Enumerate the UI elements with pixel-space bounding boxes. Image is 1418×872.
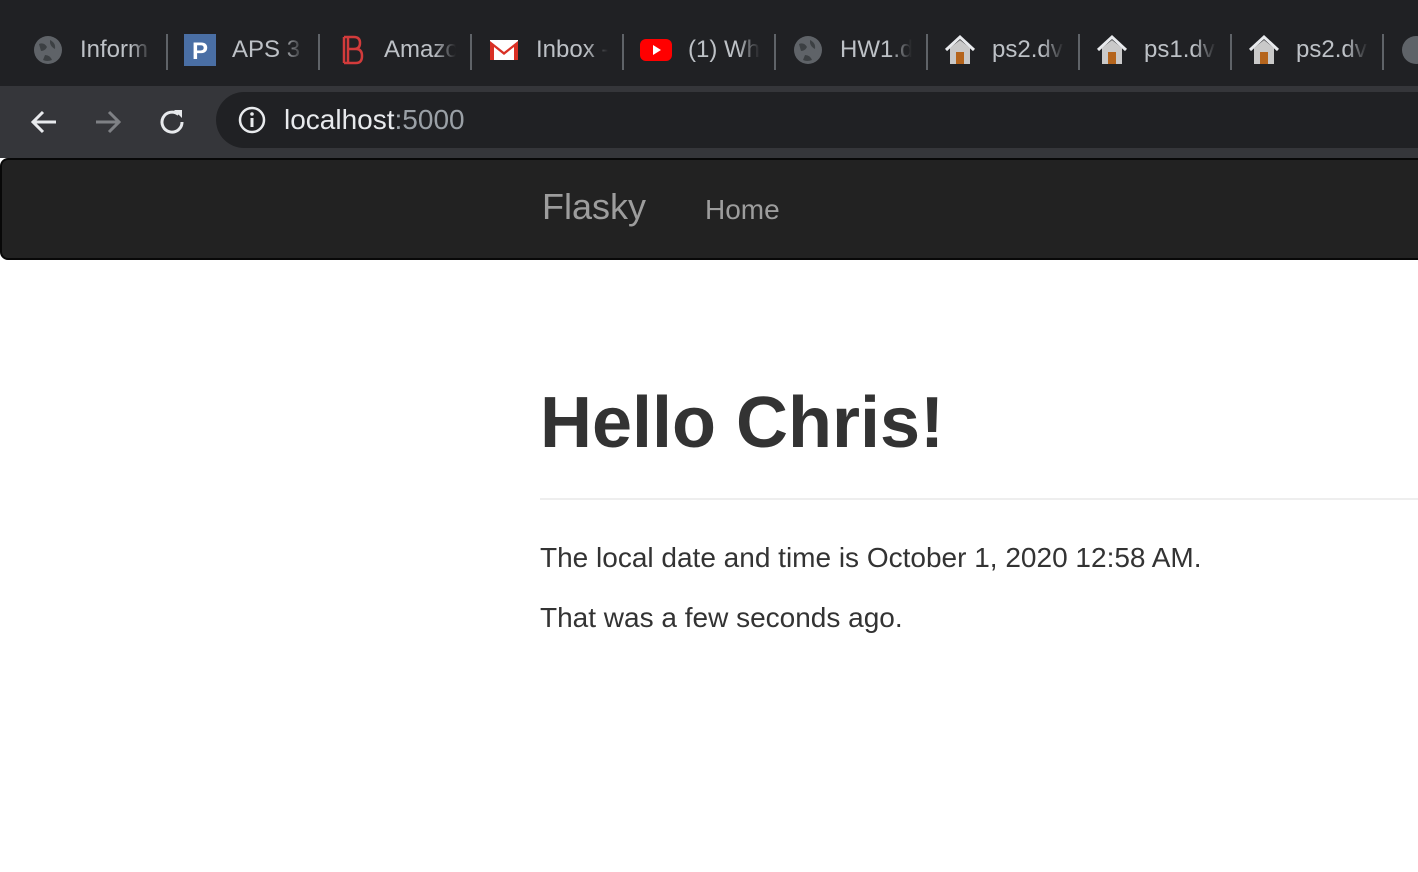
tab-title: ps1.dv (1144, 36, 1215, 63)
house-icon (944, 34, 976, 66)
tab-title: Inform (80, 36, 149, 63)
house-icon (1096, 34, 1128, 66)
datetime-text: The local date and time is October 1, 20… (540, 542, 1202, 573)
tab-title: ps2.dv (1296, 36, 1367, 63)
browser-tab[interactable] (1384, 28, 1418, 72)
navbar-brand-link[interactable]: Flasky (542, 186, 646, 228)
tab-title: ps2.dv (992, 36, 1063, 63)
p-logo-icon: P (184, 34, 216, 66)
gmail-icon (488, 34, 520, 66)
svg-text:P: P (192, 38, 208, 65)
back-button[interactable] (22, 100, 66, 144)
page-header: Hello Chris! (540, 378, 1418, 500)
tab-title: APS 3 (232, 36, 301, 63)
browser-tab[interactable]: P APS 3 (168, 28, 320, 72)
globe-icon (1400, 34, 1418, 66)
arrow-left-icon (30, 110, 56, 134)
browser-tab[interactable]: Inform (16, 28, 168, 72)
tab-title: Amazo (384, 36, 456, 63)
browser-tab[interactable]: Amazo (320, 28, 472, 72)
tab-title: (1) Wh (688, 36, 760, 63)
browser-tab[interactable]: ps1.dv (1080, 28, 1232, 72)
reload-button[interactable] (150, 100, 194, 144)
site-navbar: Flasky Home (0, 158, 1418, 260)
info-icon[interactable] (236, 104, 268, 136)
tab-strip: Inform P APS 3 Amazo Inbox - (1) Wh HW1.… (0, 0, 1418, 86)
browser-tab[interactable]: (1) Wh (624, 28, 776, 72)
youtube-icon (640, 34, 672, 66)
address-bar[interactable]: localhost:5000 (216, 92, 1418, 148)
browser-tab[interactable]: ps2.dv (928, 28, 1080, 72)
browser-tab[interactable]: Inbox - (472, 28, 624, 72)
globe-icon (792, 34, 824, 66)
arrow-right-icon (96, 110, 122, 134)
url-host: localhost (284, 104, 395, 135)
url-port: :5000 (394, 104, 465, 135)
tab-title: Inbox - (536, 36, 608, 63)
nav-home-link[interactable]: Home (705, 194, 780, 226)
reload-icon (160, 110, 184, 134)
relative-time-text: That was a few seconds ago. (540, 602, 903, 633)
url-text: localhost:5000 (284, 104, 465, 136)
forward-button[interactable] (86, 100, 130, 144)
house-icon (1248, 34, 1280, 66)
page-title: Hello Chris! (540, 383, 945, 463)
b-logo-icon (336, 34, 368, 66)
browser-tab[interactable]: HW1.d (776, 28, 928, 72)
globe-icon (32, 34, 64, 66)
browser-tab[interactable]: ps2.dv (1232, 28, 1384, 72)
tab-title: HW1.d (840, 36, 912, 63)
